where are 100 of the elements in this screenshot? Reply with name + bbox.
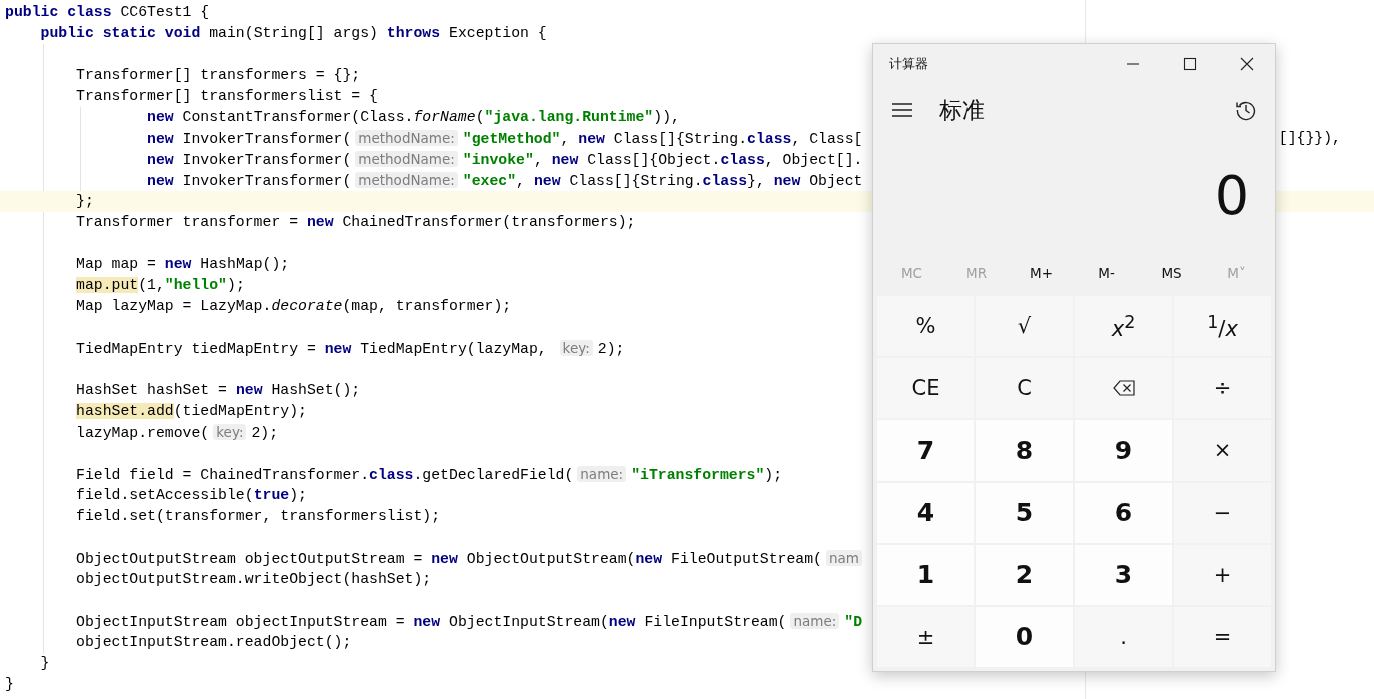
code-text: HashSet(); [271,382,361,398]
code-text: ConstantTransformer(Class. [182,109,414,125]
code-text: objectInputStream.readObject(); [76,634,352,650]
code-text: decorate [271,298,343,314]
code-text: } [5,676,14,692]
operator-button[interactable]: C [976,358,1073,419]
backspace-button[interactable] [1075,358,1172,419]
code-text: FileOutputStream( [671,551,822,567]
code-text: new [147,131,175,147]
operator-button[interactable]: ÷ [1174,358,1271,419]
code-text: new [324,341,353,357]
code-text: new [551,152,580,168]
memory-button[interactable]: M+ [1009,254,1074,292]
operator-button[interactable]: x$^{2}$ [1075,296,1172,357]
digit-button[interactable]: 6 [1075,482,1172,543]
code-text: public class [5,4,113,20]
code-text: new [147,173,175,189]
code-text: "exec" [462,173,517,189]
code-text: ObjectOutputStream( [466,551,636,567]
code-text: (map, transformer); [342,298,512,314]
window-title: 计算器 [889,55,928,73]
code-text: , Class[ [791,131,863,147]
code-text: } [40,655,50,671]
history-icon [1235,99,1257,121]
code-text: new [773,173,802,189]
parameter-hint: nam [825,550,862,566]
operator-button[interactable]: % [877,296,974,357]
code-text: lazyMap.remove( [76,425,210,441]
code-text: ObjectOutputStream objectOutputStream = [76,551,424,567]
operator-button[interactable]: ± [877,606,974,667]
code-text: throws [386,25,442,41]
code-text: "hello" [164,277,227,293]
code-text: Class[]{Object. [587,152,721,168]
digit-button[interactable]: 3 [1075,544,1172,605]
maximize-icon [1183,57,1196,71]
code-text: ObjectInputStream( [449,614,609,630]
code-text: new [578,131,606,147]
code-text: "iTransformers" [631,467,765,483]
parameter-hint: methodName: [355,172,458,188]
operator-button[interactable]: . [1075,606,1172,667]
operator-button[interactable]: × [1174,420,1271,481]
code-text: ChainedTransformer(transformers); [342,214,636,230]
digit-button[interactable]: 5 [976,482,1073,543]
code-text: []{}}), [1278,130,1341,146]
code-text: true [253,487,290,503]
digit-button[interactable]: 9 [1075,420,1172,481]
operator-button[interactable]: $^{1}$/x [1174,296,1271,357]
code-text: field.setAccessible( [76,487,254,503]
digit-button[interactable]: 1 [877,544,974,605]
code-text: new [431,551,459,567]
digit-button[interactable]: 8 [976,420,1073,481]
code-text: class [369,467,414,483]
code-text: public static void [40,25,202,41]
code-text: new [608,614,637,630]
code-text: Map map = [76,256,157,272]
code-text: 2); [251,425,279,441]
operator-button[interactable]: √ [976,296,1073,357]
code-text: objectOutputStream.writeObject(hashSet); [76,571,432,587]
code-text: InvokerTransformer( [182,152,352,168]
code-text: forName [413,109,476,125]
code-text: Transformer[] transformerslist = { [76,88,378,104]
code-text: "invoke" [462,152,534,168]
code-text: TiedMapEntry tiedMapEntry = [76,341,317,357]
code-text: ); [227,277,245,293]
code-text: Transformer[] transformers = {}; [76,67,361,83]
digit-button[interactable]: 7 [877,420,974,481]
code-text: new [147,152,175,168]
code-text: new [147,109,175,125]
code-text: "D [844,614,863,630]
code-text: , [560,131,571,147]
digit-button[interactable]: 4 [877,482,974,543]
code-text: "getMethod" [462,131,561,147]
code-text: (tiedMapEntry); [173,403,307,419]
memory-button[interactable]: MS [1139,254,1204,292]
code-text: (1, [138,277,165,293]
digit-button[interactable]: 2 [976,544,1073,605]
code-text: Field field = ChainedTransformer. [76,467,370,483]
code-text: InvokerTransformer( [182,131,352,147]
digit-button[interactable]: 0 [976,606,1073,667]
code-text: new [413,614,442,630]
code-text: ); [289,487,307,503]
backspace-icon [1112,380,1135,397]
code-text: Object [809,173,863,189]
menu-icon [891,102,913,118]
parameter-hint: key: [213,424,247,440]
parameter-hint: name: [790,613,840,629]
code-text: "java.lang.Runtime" [484,109,654,125]
code-text: , Object[]. [764,152,863,168]
operator-button[interactable]: + [1174,544,1271,605]
code-text: HashSet hashSet = [76,382,228,398]
code-text: new [235,382,264,398]
code-text: CC6Test1 { [120,4,210,20]
code-text: 2); [597,341,625,357]
code-text: class [720,152,765,168]
code-text: HashMap(); [200,256,290,272]
memory-button[interactable]: M- [1074,254,1139,292]
operator-button[interactable]: = [1174,606,1271,667]
code-text: Class[]{String. [613,131,747,147]
operator-button[interactable]: − [1174,482,1271,543]
operator-button[interactable]: CE [877,358,974,419]
